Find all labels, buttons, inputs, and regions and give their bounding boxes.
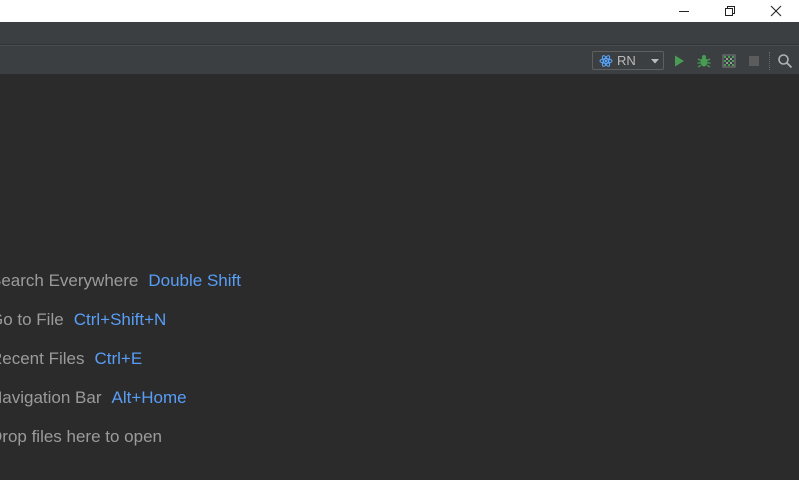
run-configuration-label: RN	[617, 53, 636, 68]
close-icon	[770, 5, 782, 17]
hint-recent-files: Recent Files Ctrl+E	[0, 348, 142, 370]
title-bar	[0, 0, 799, 22]
run-icon	[675, 55, 684, 67]
restore-icon	[725, 6, 735, 16]
hint-text: Search Everywhere	[0, 271, 139, 290]
hint-search-everywhere: Search Everywhere Double Shift	[0, 270, 241, 292]
hint-text: Go to File	[0, 310, 64, 329]
toolbar-separator	[769, 52, 771, 70]
debug-icon	[697, 55, 711, 68]
hint-drop-files: Drop files here to open	[0, 426, 162, 448]
minimize-button[interactable]	[661, 0, 707, 22]
run-configuration-dropdown[interactable]: RN	[592, 51, 664, 70]
main-toolbar: RN	[0, 45, 799, 75]
hint-go-to-file: Go to File Ctrl+Shift+N	[0, 309, 166, 331]
restore-button[interactable]	[707, 0, 753, 22]
coverage-icon	[722, 54, 736, 68]
ide-window: RN Search Everywhere Double Shift o to F…	[0, 0, 799, 480]
chevron-down-icon	[651, 59, 659, 64]
hint-shortcut: Alt+Home	[111, 388, 187, 407]
search-everywhere-button[interactable]	[776, 52, 794, 70]
minimize-icon	[679, 11, 689, 12]
menu-bar	[0, 22, 799, 45]
hint-text: Navigation Bar	[0, 388, 102, 407]
hint-shortcut: Double Shift	[148, 271, 241, 290]
hint-shortcut: Ctrl+E	[94, 349, 143, 368]
run-button[interactable]	[670, 52, 688, 70]
hint-navigation-bar: Navigation Bar Alt+Home	[0, 387, 187, 409]
hint-shortcut: Ctrl+Shift+N	[73, 310, 167, 329]
hint-text: Recent Files	[0, 349, 85, 368]
stop-button[interactable]	[745, 52, 763, 70]
debug-button[interactable]	[695, 52, 713, 70]
search-icon	[778, 54, 793, 69]
stop-icon	[749, 56, 759, 66]
run-with-coverage-button[interactable]	[720, 52, 738, 70]
editor-empty-state: Search Everywhere Double Shift Go to File…	[0, 76, 799, 480]
react-atom-icon	[599, 54, 613, 67]
close-button[interactable]	[753, 0, 799, 22]
hint-text: Drop files here to open	[0, 427, 162, 446]
